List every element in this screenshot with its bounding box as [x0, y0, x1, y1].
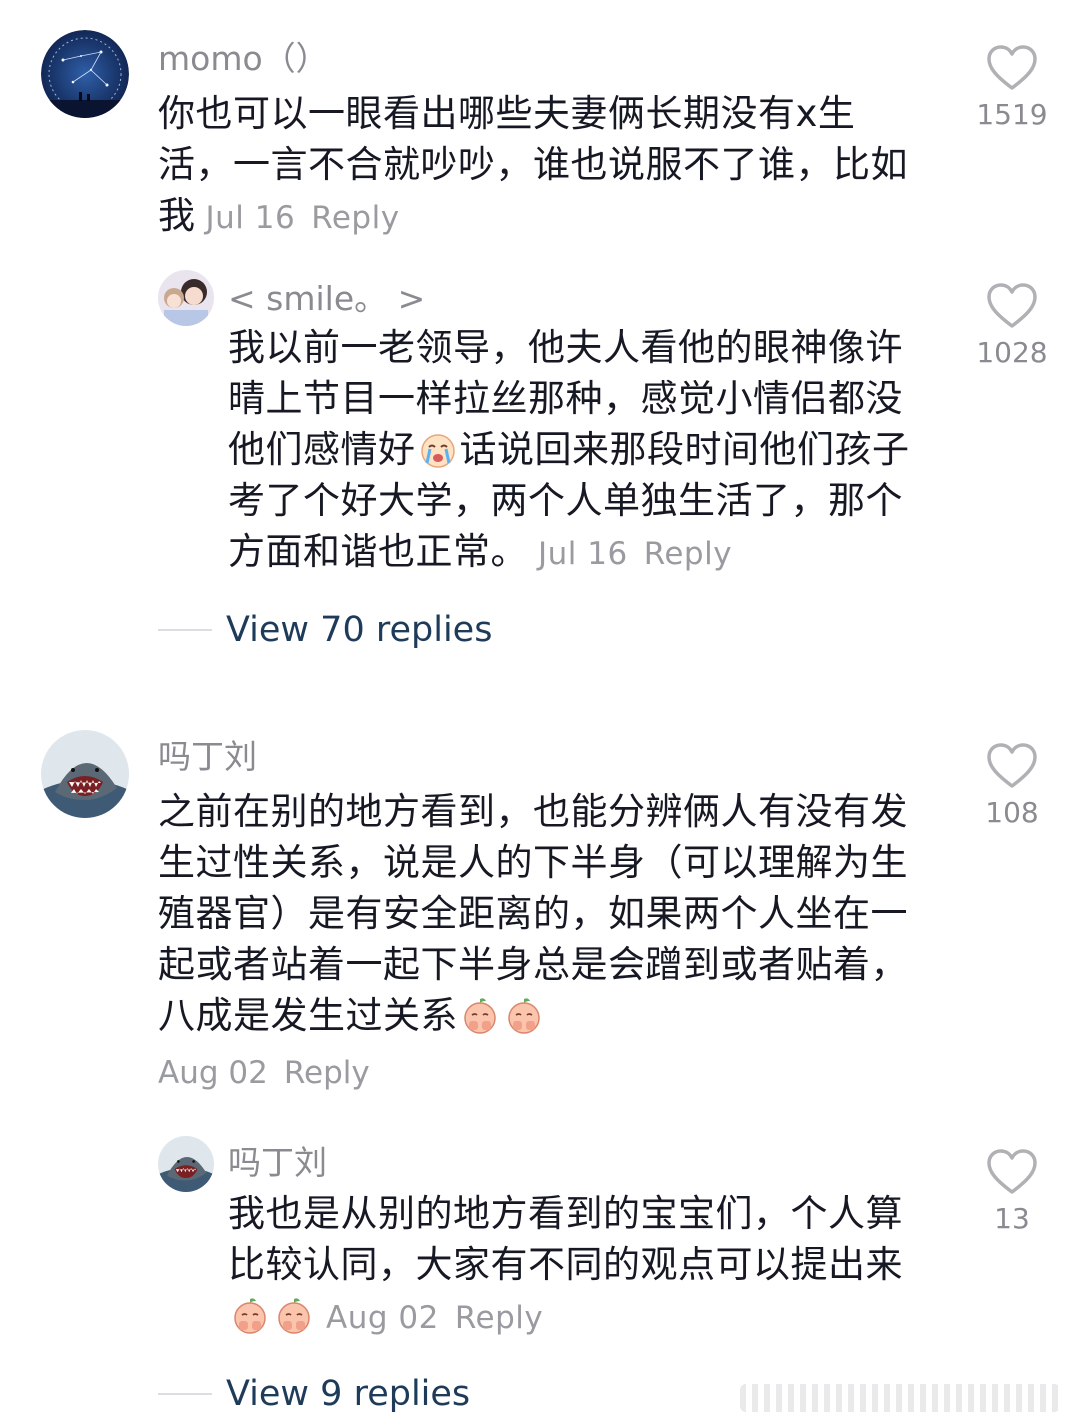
avatar-madingliu-reply[interactable] — [158, 1136, 214, 1192]
comment-username[interactable]: momo（） — [158, 32, 329, 80]
like-button[interactable]: 13 — [967, 1148, 1057, 1235]
reply-button[interactable]: Reply — [644, 536, 732, 572]
view-replies-button[interactable]: View 9 replies — [158, 1374, 470, 1414]
peach-shy-emoji-icon — [230, 1295, 270, 1335]
like-button[interactable]: 1519 — [967, 44, 1057, 131]
avatar-madingliu[interactable] — [41, 730, 129, 818]
peach-shy-emoji-icon — [274, 1295, 314, 1335]
view-replies-button[interactable]: View 70 replies — [158, 610, 492, 650]
comment-meta: Aug 02 Reply — [158, 1055, 370, 1091]
comment-meta: Jul 16 Reply — [206, 200, 400, 236]
reply-date: Aug 02 — [326, 1300, 439, 1336]
view-replies-label: View 9 replies — [226, 1374, 471, 1414]
peach-shy-emoji-icon — [460, 995, 500, 1035]
like-count: 1028 — [976, 336, 1048, 369]
heart-icon — [987, 1149, 1037, 1194]
divider-line — [158, 629, 212, 631]
like-button[interactable]: 108 — [967, 742, 1057, 829]
shark-avatar-icon — [41, 730, 129, 818]
reply-username[interactable]: 吗丁刘 — [228, 1136, 327, 1184]
heart-icon — [987, 743, 1037, 788]
view-replies-label: View 70 replies — [226, 610, 493, 650]
reply-button[interactable]: Reply — [455, 1300, 543, 1336]
comment-text: 之前在别的地方看到，也能分辨俩人有没有发生过性关系，说是人的下半身（可以理解为生… — [158, 786, 918, 1041]
like-count: 13 — [994, 1202, 1030, 1235]
like-button[interactable]: 1028 — [967, 282, 1057, 369]
reply-button[interactable]: Reply — [284, 1055, 370, 1091]
reply-date: Jul 16 — [538, 536, 628, 572]
comment-date: Aug 02 — [158, 1055, 268, 1091]
reply-text: 我以前一老领导，他夫人看他的眼神像许晴上节目一样拉丝那种，感觉小情侣都没他们感情… — [228, 322, 933, 580]
comment-text: 你也可以一眼看出哪些夫妻俩长期没有x生活，一言不合就吵吵，谁也说服不了谁，比如我… — [158, 88, 918, 244]
heart-icon — [987, 45, 1037, 90]
divider-line — [158, 1393, 212, 1395]
like-count: 108 — [985, 796, 1039, 829]
shark-avatar-icon — [158, 1136, 214, 1192]
reply-text: 我也是从别的地方看到的宝宝们，个人算比较认同，大家有不同的观点可以提出来 Aug … — [228, 1188, 933, 1344]
watermark-strip — [740, 1384, 1060, 1412]
starry-sky-avatar-icon — [41, 30, 129, 118]
reply-meta: Jul 16 Reply — [538, 536, 732, 572]
avatar-smile[interactable] — [158, 270, 214, 326]
avatar-momo[interactable] — [41, 30, 129, 118]
crying-emoji-icon — [418, 429, 458, 469]
reply-body: 我也是从别的地方看到的宝宝们，个人算比较认同，大家有不同的观点可以提出来 — [228, 1192, 903, 1286]
anime-girls-avatar-icon — [158, 270, 214, 326]
reply-username[interactable]: < smile。 > — [228, 272, 425, 320]
peach-shy-emoji-icon — [504, 995, 544, 1035]
heart-icon — [987, 283, 1037, 328]
reply-button[interactable]: Reply — [311, 200, 399, 236]
comment-username[interactable]: 吗丁刘 — [158, 730, 257, 778]
like-count: 1519 — [976, 98, 1048, 131]
reply-meta: Aug 02 Reply — [326, 1300, 543, 1336]
comment-date: Jul 16 — [205, 200, 296, 236]
